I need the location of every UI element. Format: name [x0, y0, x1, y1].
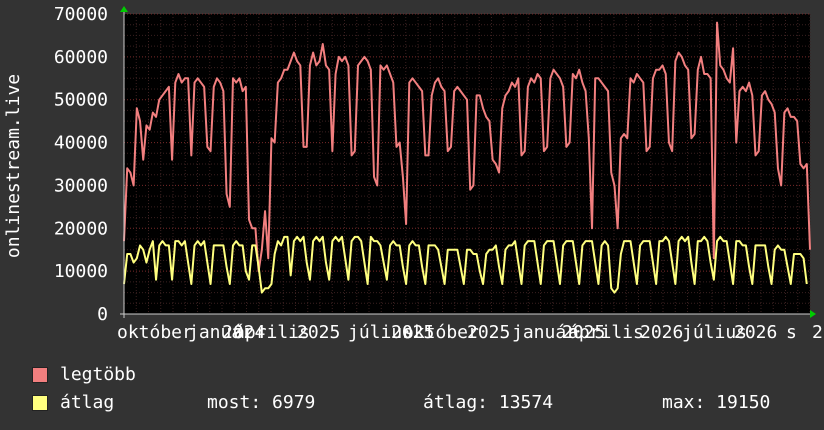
x-tick-label: október	[117, 322, 193, 343]
legend-avg-label: átlag	[60, 392, 115, 413]
y-tick-label: 70000	[54, 4, 108, 25]
x-tick-label: s	[786, 322, 797, 343]
y-tick-label: 30000	[54, 175, 108, 196]
chart: 0 10000 20000 30000 40000 50000 60000 70000 okt…	[3, 4, 823, 343]
stat-avg: átlag: 13574	[423, 392, 554, 413]
x-tick-label: április	[568, 322, 644, 343]
x-tick-label: 2026	[734, 322, 777, 343]
y-tick-label: 10000	[54, 261, 108, 282]
legend-avg: átlag	[32, 392, 114, 413]
y-axis-ticks: 0 10000 20000 30000 40000 50000 60000 70000	[54, 4, 108, 325]
y-axis-arrow-icon	[120, 6, 128, 12]
y-tick-label: 50000	[54, 90, 108, 111]
x-tick-label: 2026	[640, 322, 683, 343]
y-tick-label: 0	[97, 304, 108, 325]
x-tick-label: 2025	[467, 322, 510, 343]
x-tick-label: 2025	[297, 322, 340, 343]
stat-max: max: 19150	[662, 392, 771, 413]
y-tick-label: 40000	[54, 133, 108, 154]
legend-max: legtöbb	[32, 364, 136, 385]
stat-now: most: 6979	[207, 392, 316, 413]
legend-max-label: legtöbb	[60, 364, 136, 385]
x-axis-arrow-icon	[810, 310, 816, 318]
x-tick-label: 2	[812, 322, 823, 343]
y-axis-label: onlinestream.live	[3, 74, 24, 258]
x-axis-ticks: októberjanuár2024április2025 július2025ok…	[117, 322, 823, 343]
legend-max-swatch	[32, 366, 48, 383]
y-tick-label: 60000	[54, 47, 108, 68]
y-tick-label: 20000	[54, 218, 108, 239]
legend-avg-swatch	[32, 394, 48, 411]
